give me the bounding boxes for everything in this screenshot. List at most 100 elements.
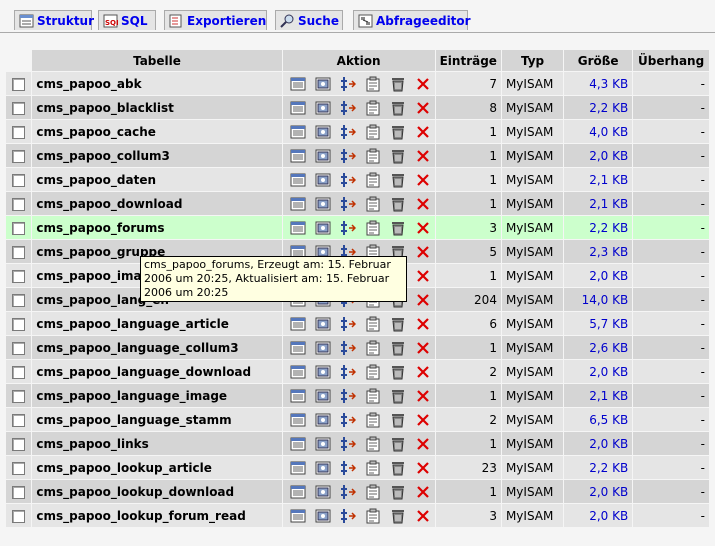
browse-icon[interactable] xyxy=(290,148,306,164)
table-name[interactable]: cms_papoo_lookup_download xyxy=(32,480,282,503)
properties-icon[interactable] xyxy=(365,100,381,116)
row-size-link[interactable]: 2,3 KB xyxy=(589,245,628,259)
row-checkbox[interactable] xyxy=(12,317,26,331)
drop-icon[interactable] xyxy=(415,292,431,308)
row-checkbox[interactable] xyxy=(12,197,26,211)
tab-suche[interactable]: Suche xyxy=(275,10,343,30)
browse-icon[interactable] xyxy=(290,196,306,212)
browse-icon[interactable] xyxy=(290,436,306,452)
tab-struktur[interactable]: Struktur xyxy=(14,10,94,30)
row-size-link[interactable]: 2,0 KB xyxy=(589,365,628,379)
table-name[interactable]: cms_papoo_lookup_forum_read xyxy=(32,504,282,527)
row-checkbox[interactable] xyxy=(12,437,26,451)
insert-icon[interactable] xyxy=(340,412,356,428)
properties-icon[interactable] xyxy=(365,364,381,380)
drop-icon[interactable] xyxy=(415,364,431,380)
drop-icon[interactable] xyxy=(415,316,431,332)
table-row[interactable]: cms_papoo_lookup_article 23 MyISAM 2,2 KB - xyxy=(6,456,709,479)
table-row[interactable]: cms_papoo_language_article 6 MyISAM 5,7 KB - xyxy=(6,312,709,335)
insert-icon[interactable] xyxy=(340,508,356,524)
row-checkbox[interactable] xyxy=(12,485,26,499)
table-name[interactable]: cms_papoo_cache xyxy=(32,120,282,143)
insert-icon[interactable] xyxy=(340,316,356,332)
drop-icon[interactable] xyxy=(415,388,431,404)
properties-icon[interactable] xyxy=(365,508,381,524)
table-row[interactable]: cms_papoo_language_collum3 1 MyISAM 2,6 KB - xyxy=(6,336,709,359)
header-table[interactable]: Tabelle xyxy=(32,50,282,71)
select-icon[interactable] xyxy=(315,148,331,164)
drop-icon[interactable] xyxy=(415,220,431,236)
properties-icon[interactable] xyxy=(365,124,381,140)
select-icon[interactable] xyxy=(315,364,331,380)
row-checkbox[interactable] xyxy=(12,269,26,283)
select-icon[interactable] xyxy=(315,220,331,236)
row-size-link[interactable]: 2,0 KB xyxy=(589,437,628,451)
browse-icon[interactable] xyxy=(290,220,306,236)
empty-icon[interactable] xyxy=(390,460,406,476)
tab-sql[interactable]: SQL SQL xyxy=(98,10,156,30)
properties-icon[interactable] xyxy=(365,412,381,428)
properties-icon[interactable] xyxy=(365,220,381,236)
table-row[interactable]: cms_papoo_cache 1 MyISAM 4,0 KB - xyxy=(6,120,709,143)
table-name[interactable]: cms_papoo_blacklist xyxy=(32,96,282,119)
properties-icon[interactable] xyxy=(365,316,381,332)
empty-icon[interactable] xyxy=(390,220,406,236)
table-name[interactable]: cms_papoo_language_collum3 xyxy=(32,336,282,359)
insert-icon[interactable] xyxy=(340,76,356,92)
row-checkbox[interactable] xyxy=(12,509,26,523)
empty-icon[interactable] xyxy=(390,364,406,380)
empty-icon[interactable] xyxy=(390,412,406,428)
empty-icon[interactable] xyxy=(390,172,406,188)
drop-icon[interactable] xyxy=(415,460,431,476)
properties-icon[interactable] xyxy=(365,436,381,452)
properties-icon[interactable] xyxy=(365,148,381,164)
browse-icon[interactable] xyxy=(290,316,306,332)
properties-icon[interactable] xyxy=(365,196,381,212)
browse-icon[interactable] xyxy=(290,340,306,356)
insert-icon[interactable] xyxy=(340,172,356,188)
empty-icon[interactable] xyxy=(390,124,406,140)
insert-icon[interactable] xyxy=(340,436,356,452)
table-name[interactable]: cms_papoo_download xyxy=(32,192,282,215)
drop-icon[interactable] xyxy=(415,124,431,140)
table-row[interactable]: cms_papoo_language_download 2 MyISAM 2,0 KB… xyxy=(6,360,709,383)
browse-icon[interactable] xyxy=(290,508,306,524)
row-checkbox[interactable] xyxy=(12,173,26,187)
table-row[interactable]: cms_papoo_abk 7 MyISAM 4,3 KB - xyxy=(6,72,709,95)
row-checkbox[interactable] xyxy=(12,77,26,91)
drop-icon[interactable] xyxy=(415,436,431,452)
select-icon[interactable] xyxy=(315,172,331,188)
table-row[interactable]: cms_papoo_collum3 1 MyISAM 2,0 KB - xyxy=(6,144,709,167)
row-size-link[interactable]: 2,6 KB xyxy=(589,341,628,355)
row-size-link[interactable]: 2,2 KB xyxy=(589,221,628,235)
empty-icon[interactable] xyxy=(390,508,406,524)
row-checkbox[interactable] xyxy=(12,413,26,427)
table-name[interactable]: cms_papoo_collum3 xyxy=(32,144,282,167)
empty-icon[interactable] xyxy=(390,340,406,356)
select-icon[interactable] xyxy=(315,76,331,92)
table-row[interactable]: cms_papoo_links 1 MyISAM 2,0 KB - xyxy=(6,432,709,455)
select-icon[interactable] xyxy=(315,388,331,404)
row-size-link[interactable]: 2,0 KB xyxy=(589,269,628,283)
table-name[interactable]: cms_papoo_language_download xyxy=(32,360,282,383)
drop-icon[interactable] xyxy=(415,148,431,164)
drop-icon[interactable] xyxy=(415,196,431,212)
select-icon[interactable] xyxy=(315,100,331,116)
row-checkbox[interactable] xyxy=(12,293,26,307)
empty-icon[interactable] xyxy=(390,100,406,116)
browse-icon[interactable] xyxy=(290,460,306,476)
table-row[interactable]: cms_papoo_language_image 1 MyISAM 2,1 KB - xyxy=(6,384,709,407)
select-icon[interactable] xyxy=(315,340,331,356)
insert-icon[interactable] xyxy=(340,364,356,380)
drop-icon[interactable] xyxy=(415,100,431,116)
table-row[interactable]: cms_papoo_lookup_download 1 MyISAM 2,0 KB - xyxy=(6,480,709,503)
empty-icon[interactable] xyxy=(390,76,406,92)
table-row[interactable]: cms_papoo_download 1 MyISAM 2,1 KB - xyxy=(6,192,709,215)
row-checkbox[interactable] xyxy=(12,101,26,115)
select-icon[interactable] xyxy=(315,460,331,476)
row-size-link[interactable]: 2,2 KB xyxy=(589,101,628,115)
tab-exportieren[interactable]: Exportieren xyxy=(164,10,267,30)
browse-icon[interactable] xyxy=(290,388,306,404)
table-row[interactable]: cms_papoo_blacklist 8 MyISAM 2,2 KB - xyxy=(6,96,709,119)
insert-icon[interactable] xyxy=(340,340,356,356)
